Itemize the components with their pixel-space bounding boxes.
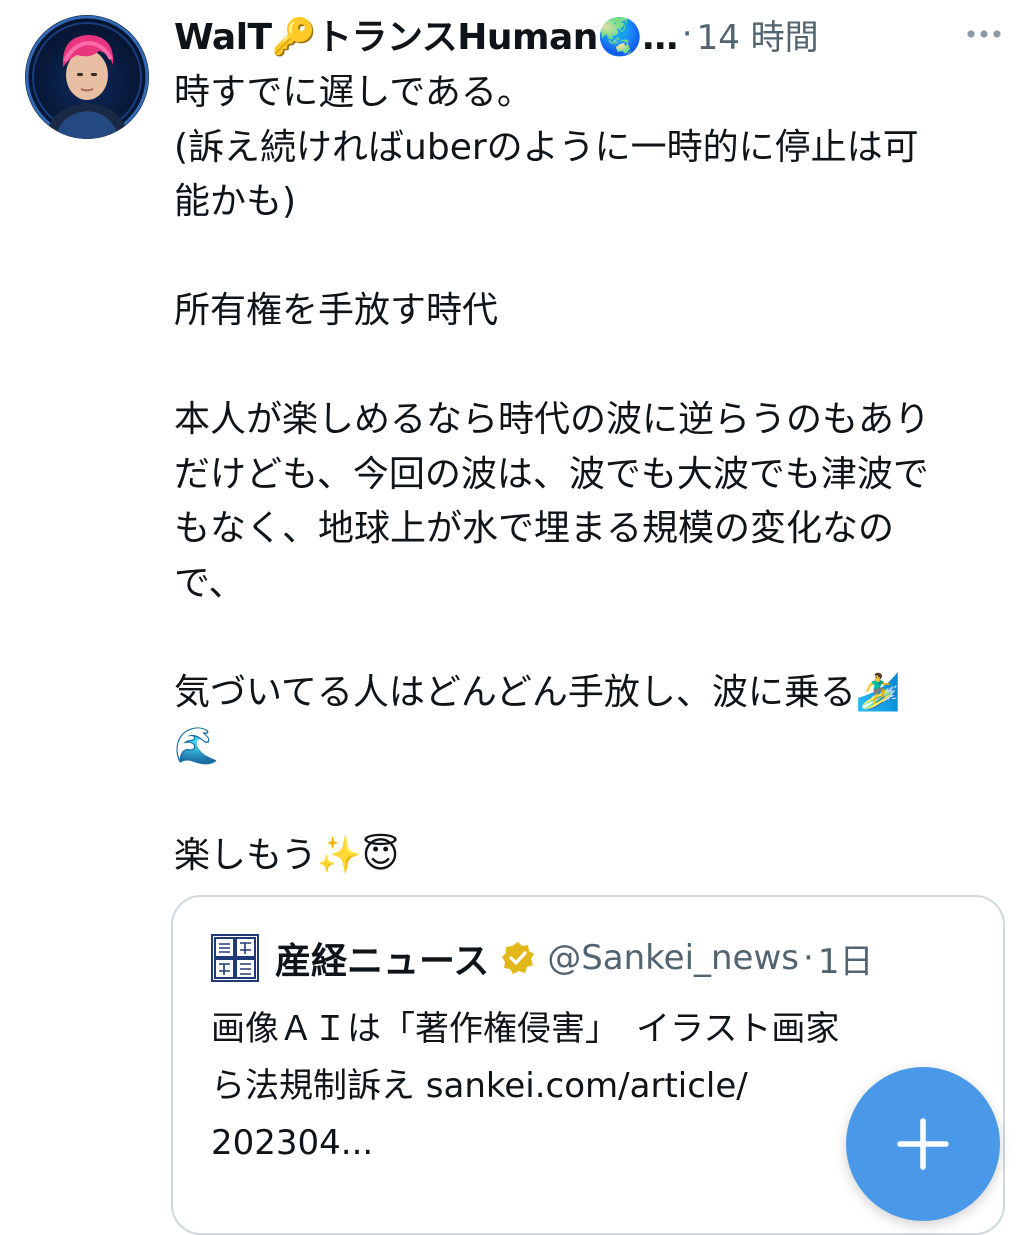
avatar-image: [25, 15, 149, 139]
body-blank-line: [174, 339, 1004, 394]
body-line: もなく、地球上が水で埋まる規模の変化なの: [174, 508, 895, 549]
plus-icon: [897, 1118, 949, 1170]
body-line: 🌊: [174, 726, 219, 767]
quote-header: 産経ニュース @Sankei_news · 1日: [211, 933, 873, 983]
header-separator: ·: [681, 14, 693, 54]
tweet-body: 時すでに遅しである。 (訴え続ければuberのように一時的に停止は可 能かも) …: [174, 66, 1004, 884]
body-line: 所有権を手放す時代: [174, 290, 499, 331]
quote-line: 画像ＡＩは「著作権侵害」 イラスト画家: [211, 1009, 840, 1049]
body-blank-line: [174, 775, 1004, 830]
quote-separator: ·: [803, 938, 814, 978]
body-line: 時すでに遅しである。: [174, 72, 533, 113]
author-avatar[interactable]: [25, 15, 149, 139]
body-line: 能かも): [174, 181, 297, 222]
body-line: で、: [174, 562, 245, 604]
body-blank-line: [174, 230, 1004, 285]
tweet[interactable]: WalT🔑トランスHuman🌏… · 14 時間 時すでに遅しである。 (訴え続…: [0, 0, 1033, 1235]
sankei-logo-icon: [211, 934, 259, 982]
quote-timestamp[interactable]: 1日: [818, 934, 874, 983]
compose-tweet-button[interactable]: [846, 1067, 1000, 1221]
body-line: だけども、今回の波は、波でも大波でも津波で: [174, 453, 929, 495]
body-line: 本人が楽しめるなら時代の波に逆らうのもあり: [174, 399, 931, 440]
quote-author-handle[interactable]: @Sankei_news: [547, 938, 799, 978]
tweet-header: WalT🔑トランスHuman🌏… · 14 時間: [174, 6, 1004, 62]
more-horizontal-icon[interactable]: [962, 16, 1006, 52]
body-blank-line: [174, 611, 1004, 666]
author-display-name[interactable]: WalT🔑トランスHuman🌏…: [174, 8, 678, 60]
verified-badge-icon: [501, 941, 535, 975]
quote-author-name[interactable]: 産経ニュース: [275, 932, 489, 984]
tweet-timestamp[interactable]: 14 時間: [697, 10, 819, 59]
body-line: 楽しもう✨😇: [174, 835, 400, 876]
body-line: 気づいてる人はどんどん手放し、波に乗る🏄‍♂️: [174, 671, 901, 713]
body-line: (訴え続ければuberのように一時的に停止は可: [174, 126, 919, 168]
